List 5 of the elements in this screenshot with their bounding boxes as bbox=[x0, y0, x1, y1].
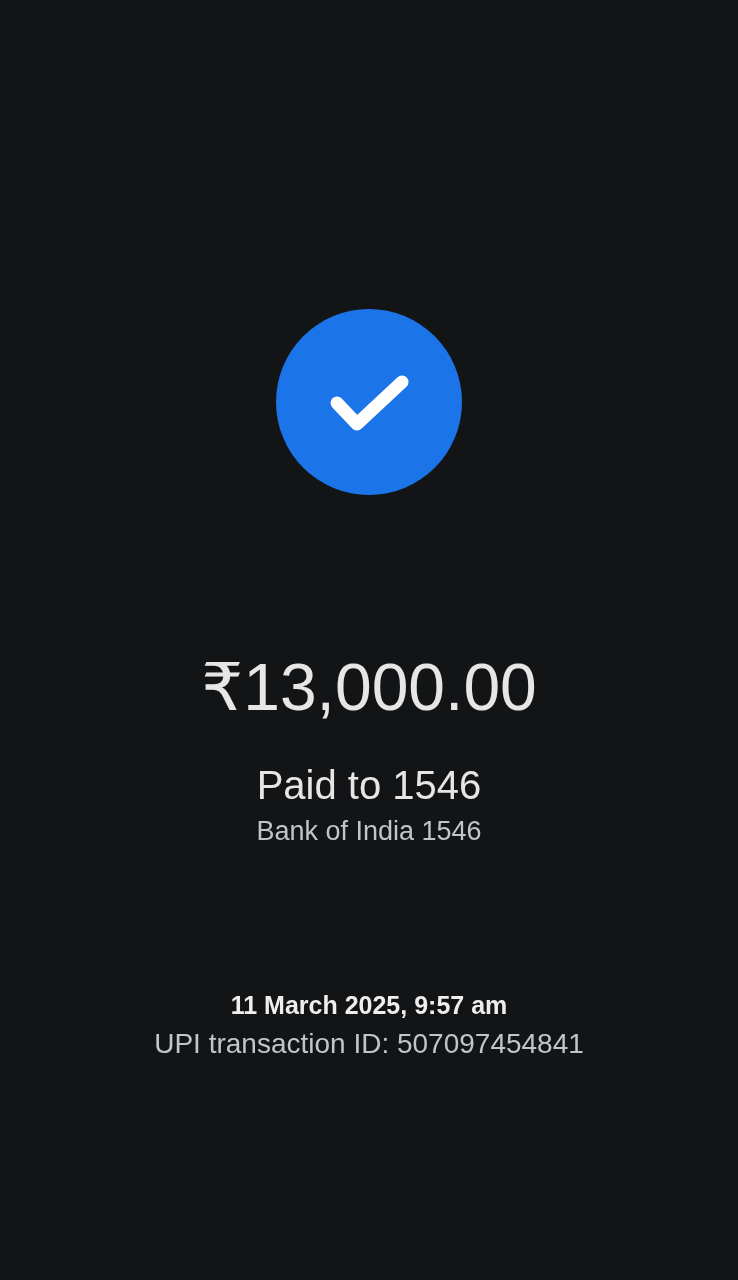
recipient-account: Bank of India 1546 bbox=[256, 815, 482, 848]
recipient-title: Paid to 1546 bbox=[256, 762, 482, 808]
payment-amount: ₹13,000.00 bbox=[201, 649, 537, 726]
transaction-id: UPI transaction ID: 507097454841 bbox=[154, 1027, 584, 1061]
transaction-datetime: 11 March 2025, 9:57 am bbox=[230, 990, 508, 1021]
